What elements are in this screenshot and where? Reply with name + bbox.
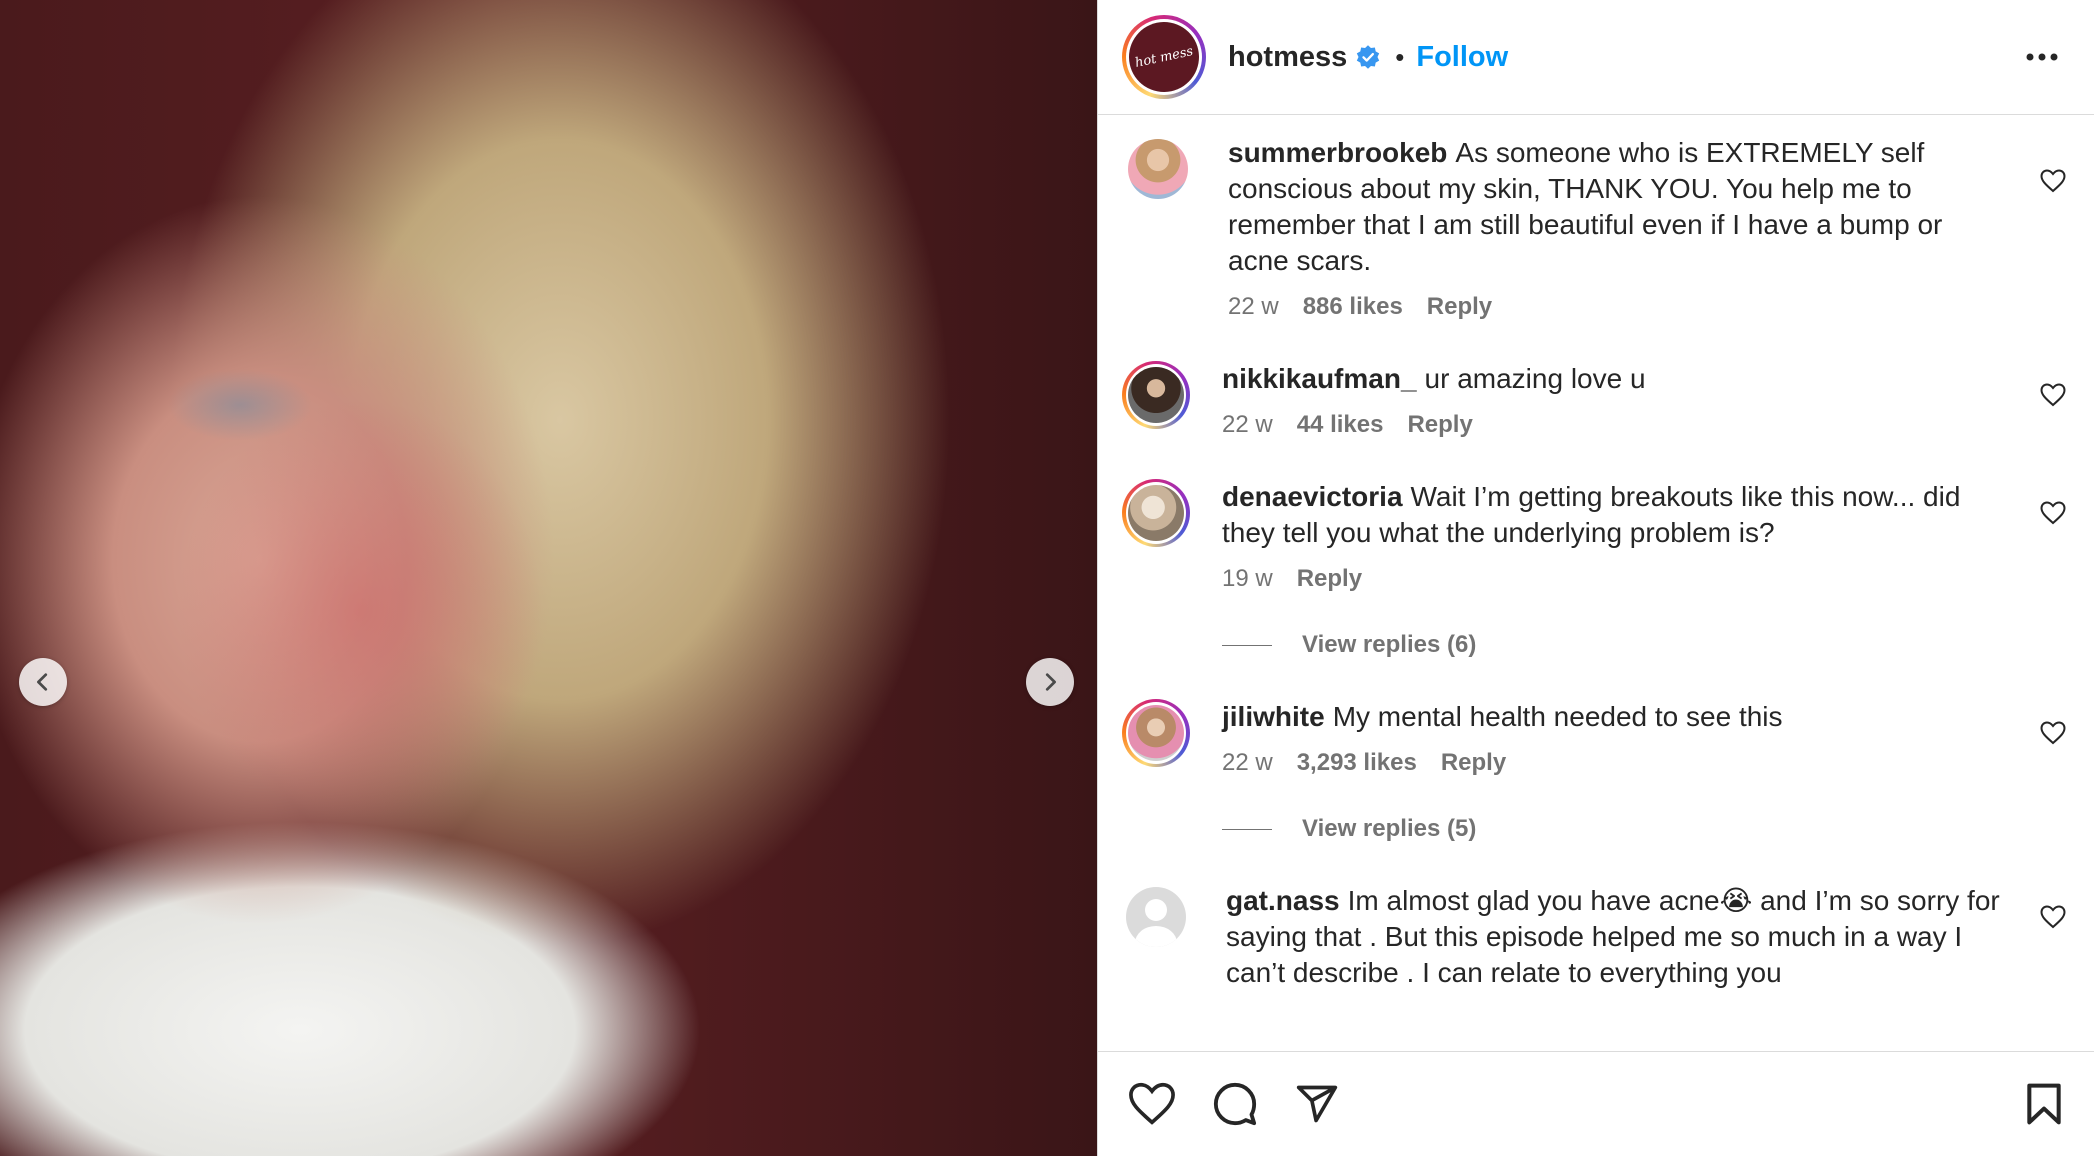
carousel-next-button[interactable] <box>1026 658 1074 706</box>
more-options-button[interactable] <box>2014 41 2070 73</box>
comment-username[interactable]: gat.nass <box>1226 885 1340 916</box>
instagram-post-view: hot mess hotmess • Follow summerbrookeb … <box>0 0 2094 1156</box>
reply-button[interactable]: Reply <box>1407 411 1472 439</box>
story-ring[interactable] <box>1122 699 1190 767</box>
comment-item: jiliwhite My mental health needed to see … <box>1122 699 2070 777</box>
heart-icon <box>2040 383 2066 407</box>
share-button[interactable] <box>1288 1076 1346 1132</box>
comment-text: jiliwhite My mental health needed to see … <box>1222 699 2010 735</box>
story-ring[interactable] <box>1122 479 1190 547</box>
comment-content: Im almost glad you have acne😭 and I’m so… <box>1226 885 2000 988</box>
comment-item: summerbrookeb As someone who is EXTREMELY… <box>1122 135 2070 321</box>
save-button[interactable] <box>2018 1076 2070 1132</box>
comment-item: denaevictoria Wait I’m getting breakouts … <box>1122 479 2070 593</box>
like-comment-button[interactable] <box>2036 901 2070 933</box>
comment-username[interactable]: nikkikaufman_ <box>1222 363 1417 394</box>
verified-badge-icon <box>1355 44 1381 70</box>
comment-username[interactable]: denaevictoria <box>1222 481 1403 512</box>
comment-button[interactable] <box>1206 1075 1264 1133</box>
comment-time[interactable]: 19 w <box>1222 565 1273 593</box>
heart-icon <box>2040 169 2066 193</box>
follow-button[interactable]: Follow <box>1416 41 1508 74</box>
comment-meta: 22 w 3,293 likes Reply <box>1222 749 2010 777</box>
author-username[interactable]: hotmess <box>1228 41 1347 74</box>
chevron-right-icon <box>1045 673 1056 691</box>
comment-content: My mental health needed to see this <box>1332 701 1783 732</box>
commenter-avatar[interactable] <box>1128 367 1184 423</box>
heart-icon <box>1129 1082 1175 1125</box>
comment-meta: 22 w 44 likes Reply <box>1222 411 2010 439</box>
comment-text: summerbrookeb As someone who is EXTREMELY… <box>1228 135 2010 279</box>
post-side-panel: hot mess hotmess • Follow summerbrookeb … <box>1097 0 2094 1156</box>
comment-meta: 19 w Reply <box>1222 565 2010 593</box>
post-media[interactable] <box>0 0 1097 1156</box>
separator-dot: • <box>1395 41 1405 72</box>
view-replies-button[interactable]: View replies (6) <box>1222 631 1476 659</box>
commenter-avatar[interactable] <box>1128 705 1184 761</box>
like-button[interactable] <box>1122 1076 1182 1132</box>
commenter-avatar[interactable] <box>1128 485 1184 541</box>
heart-icon <box>2040 721 2066 745</box>
comment-likes[interactable]: 3,293 likes <box>1297 749 1417 777</box>
comment-meta: 22 w 886 likes Reply <box>1228 293 2010 321</box>
post-photo <box>0 0 1097 1156</box>
comment-likes[interactable]: 886 likes <box>1303 293 1403 321</box>
commenter-avatar[interactable] <box>1128 139 1188 199</box>
comment-item: gat.nass Im almost glad you have acne😭 an… <box>1122 883 2070 991</box>
story-ring[interactable] <box>1122 361 1190 429</box>
view-replies-label: View replies (5) <box>1302 815 1477 842</box>
chevron-left-icon <box>37 673 48 691</box>
comment-text: denaevictoria Wait I’m getting breakouts … <box>1222 479 2010 551</box>
view-replies-button[interactable]: View replies (5) <box>1222 815 1476 843</box>
comment-time[interactable]: 22 w <box>1228 293 1279 321</box>
comment-time[interactable]: 22 w <box>1222 749 1273 777</box>
comments-list[interactable]: summerbrookeb As someone who is EXTREMELY… <box>1098 115 2094 1051</box>
like-comment-button[interactable] <box>2036 379 2070 411</box>
like-comment-button[interactable] <box>2036 497 2070 529</box>
more-horizontal-icon <box>2026 53 2058 61</box>
comment-item: nikkikaufman_ ur amazing love u 22 w 44 l… <box>1122 361 2070 439</box>
reply-button[interactable]: Reply <box>1297 565 1362 593</box>
comment-likes[interactable]: 44 likes <box>1297 411 1384 439</box>
comment-text: gat.nass Im almost glad you have acne😭 an… <box>1226 883 2010 991</box>
comment-content: ur amazing love u <box>1424 363 1646 394</box>
heart-icon <box>2040 501 2066 525</box>
like-comment-button[interactable] <box>2036 165 2070 197</box>
share-icon <box>1296 1085 1338 1123</box>
replies-divider <box>1222 828 1272 830</box>
comment-username[interactable]: summerbrookeb <box>1228 137 1447 168</box>
comment-time[interactable]: 22 w <box>1222 411 1273 439</box>
view-replies-label: View replies (6) <box>1302 631 1477 658</box>
comment-username[interactable]: jiliwhite <box>1222 701 1325 732</box>
default-avatar[interactable] <box>1126 887 1186 947</box>
carousel-prev-button[interactable] <box>19 658 67 706</box>
bookmark-icon <box>2027 1083 2061 1125</box>
like-comment-button[interactable] <box>2036 717 2070 749</box>
post-header: hot mess hotmess • Follow <box>1098 0 2094 115</box>
comment-icon <box>1213 1082 1257 1126</box>
author-avatar-ring[interactable]: hot mess <box>1122 15 1206 99</box>
author-avatar[interactable]: hot mess <box>1122 15 1206 99</box>
replies-divider <box>1222 644 1272 646</box>
reply-button[interactable]: Reply <box>1427 293 1492 321</box>
comment-text: nikkikaufman_ ur amazing love u <box>1222 361 2010 397</box>
post-action-bar <box>1098 1051 2094 1156</box>
person-silhouette-icon <box>1135 899 1177 947</box>
heart-icon <box>2040 905 2066 929</box>
reply-button[interactable]: Reply <box>1441 749 1506 777</box>
